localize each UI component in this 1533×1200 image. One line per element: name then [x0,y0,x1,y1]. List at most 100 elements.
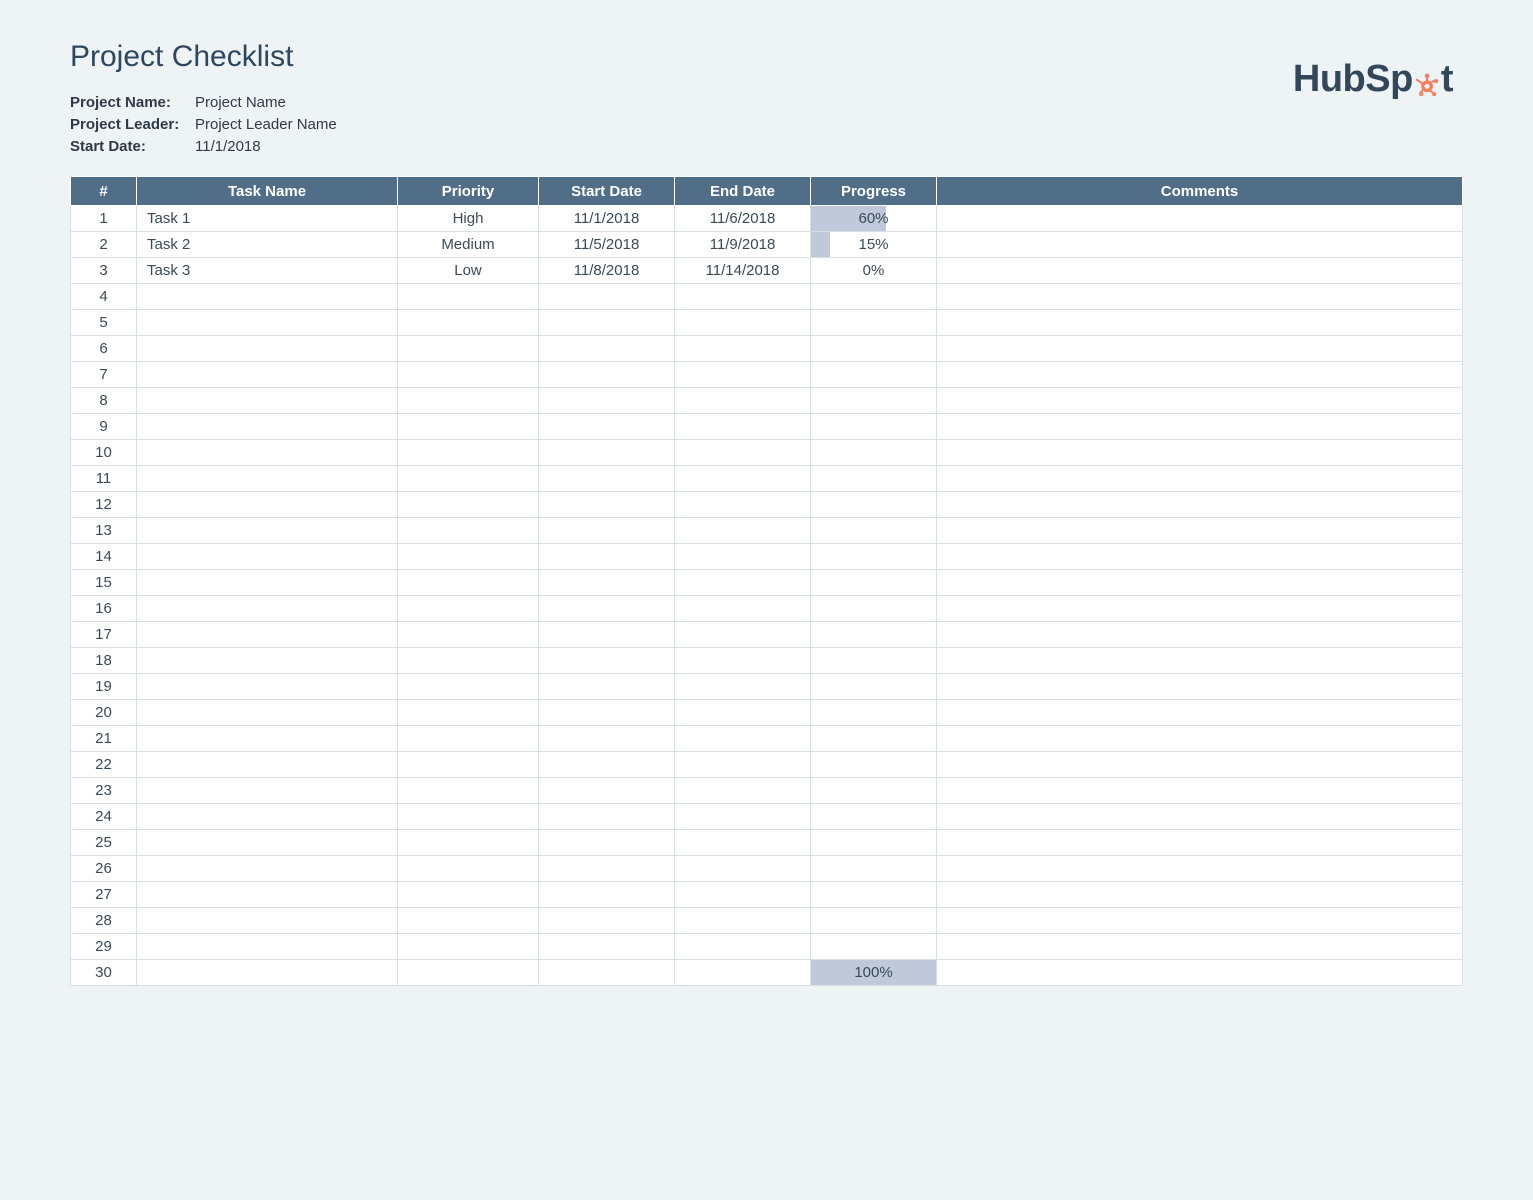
cell-comments[interactable] [937,804,1463,830]
cell-start-date[interactable] [539,934,675,960]
cell-priority[interactable] [398,414,539,440]
cell-end-date[interactable] [675,284,811,310]
cell-progress[interactable] [811,284,937,310]
cell-progress[interactable]: 100% [811,960,937,986]
cell-end-date[interactable] [675,778,811,804]
cell-comments[interactable] [937,362,1463,388]
cell-num[interactable]: 17 [71,622,137,648]
cell-end-date[interactable] [675,648,811,674]
cell-progress[interactable] [811,388,937,414]
cell-priority[interactable] [398,752,539,778]
cell-end-date[interactable] [675,700,811,726]
cell-start-date[interactable]: 11/5/2018 [539,232,675,258]
cell-priority[interactable] [398,440,539,466]
cell-end-date[interactable] [675,466,811,492]
cell-priority[interactable] [398,648,539,674]
cell-priority[interactable] [398,674,539,700]
cell-task[interactable] [137,830,398,856]
cell-task[interactable]: Task 1 [137,206,398,232]
cell-end-date[interactable] [675,518,811,544]
cell-priority[interactable] [398,336,539,362]
cell-progress[interactable] [811,362,937,388]
cell-progress[interactable]: 0% [811,258,937,284]
cell-progress[interactable] [811,726,937,752]
cell-end-date[interactable] [675,596,811,622]
cell-task[interactable] [137,960,398,986]
cell-comments[interactable] [937,830,1463,856]
cell-comments[interactable] [937,310,1463,336]
cell-priority[interactable] [398,960,539,986]
cell-start-date[interactable] [539,544,675,570]
cell-priority[interactable] [398,310,539,336]
cell-end-date[interactable] [675,752,811,778]
cell-num[interactable]: 21 [71,726,137,752]
cell-progress[interactable] [811,700,937,726]
cell-comments[interactable] [937,232,1463,258]
cell-progress[interactable] [811,882,937,908]
cell-progress[interactable] [811,804,937,830]
cell-progress[interactable] [811,518,937,544]
cell-priority[interactable] [398,804,539,830]
cell-progress[interactable] [811,544,937,570]
cell-task[interactable] [137,570,398,596]
cell-progress[interactable] [811,908,937,934]
cell-num[interactable]: 7 [71,362,137,388]
cell-comments[interactable] [937,336,1463,362]
cell-priority[interactable]: Low [398,258,539,284]
cell-end-date[interactable] [675,622,811,648]
cell-comments[interactable] [937,466,1463,492]
cell-progress[interactable] [811,440,937,466]
cell-comments[interactable] [937,726,1463,752]
cell-task[interactable] [137,804,398,830]
cell-comments[interactable] [937,778,1463,804]
cell-end-date[interactable]: 11/6/2018 [675,206,811,232]
cell-task[interactable] [137,778,398,804]
cell-start-date[interactable] [539,856,675,882]
cell-end-date[interactable] [675,908,811,934]
cell-comments[interactable] [937,570,1463,596]
cell-task[interactable] [137,856,398,882]
cell-end-date[interactable] [675,804,811,830]
cell-start-date[interactable] [539,388,675,414]
cell-start-date[interactable] [539,726,675,752]
cell-comments[interactable] [937,648,1463,674]
cell-comments[interactable] [937,908,1463,934]
cell-comments[interactable] [937,596,1463,622]
cell-end-date[interactable] [675,492,811,518]
cell-num[interactable]: 16 [71,596,137,622]
cell-num[interactable]: 8 [71,388,137,414]
cell-num[interactable]: 1 [71,206,137,232]
cell-progress[interactable] [811,596,937,622]
cell-comments[interactable] [937,752,1463,778]
cell-comments[interactable] [937,960,1463,986]
cell-num[interactable]: 24 [71,804,137,830]
cell-comments[interactable] [937,388,1463,414]
cell-start-date[interactable]: 11/8/2018 [539,258,675,284]
cell-start-date[interactable] [539,362,675,388]
cell-num[interactable]: 29 [71,934,137,960]
cell-num[interactable]: 22 [71,752,137,778]
cell-end-date[interactable] [675,362,811,388]
cell-progress[interactable] [811,570,937,596]
cell-task[interactable] [137,336,398,362]
cell-num[interactable]: 26 [71,856,137,882]
cell-priority[interactable]: High [398,206,539,232]
cell-start-date[interactable] [539,466,675,492]
cell-progress[interactable] [811,466,937,492]
cell-task[interactable] [137,466,398,492]
cell-priority[interactable] [398,362,539,388]
cell-num[interactable]: 3 [71,258,137,284]
cell-start-date[interactable] [539,752,675,778]
cell-comments[interactable] [937,856,1463,882]
cell-task[interactable] [137,622,398,648]
cell-task[interactable] [137,934,398,960]
cell-task[interactable] [137,726,398,752]
cell-num[interactable]: 10 [71,440,137,466]
cell-num[interactable]: 30 [71,960,137,986]
cell-start-date[interactable]: 11/1/2018 [539,206,675,232]
cell-start-date[interactable] [539,960,675,986]
cell-priority[interactable] [398,570,539,596]
cell-end-date[interactable] [675,440,811,466]
cell-progress[interactable] [811,492,937,518]
cell-progress[interactable] [811,830,937,856]
